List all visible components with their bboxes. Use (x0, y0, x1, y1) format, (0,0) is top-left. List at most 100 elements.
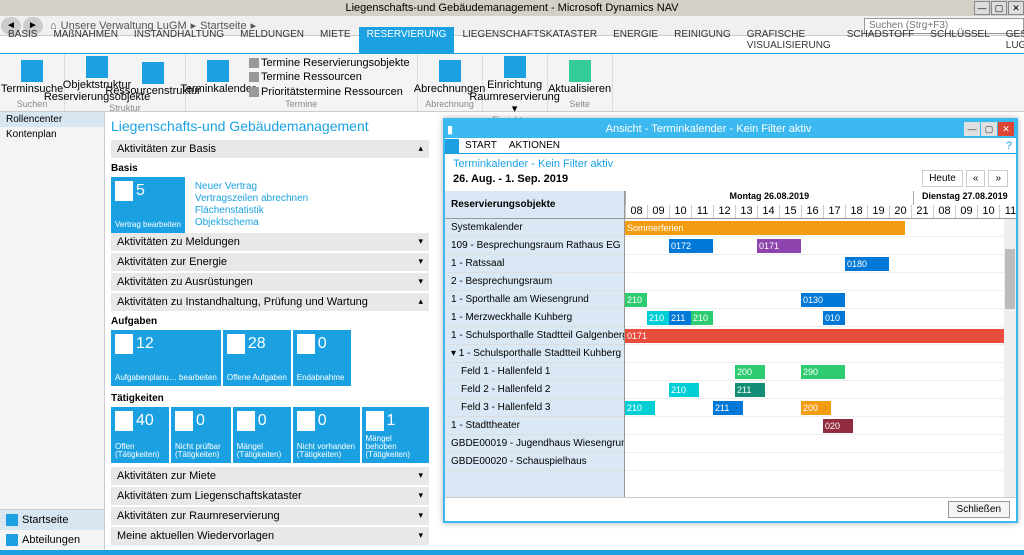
tile[interactable]: 0Nicht vorhanden (Tätigkeiten) (293, 407, 360, 463)
expander-instandhaltung[interactable]: Aktivitäten zu Instandhaltung, Prüfung u… (111, 293, 429, 311)
termine-reservierungsobjekte[interactable]: Termine Reservierungsobjekte (249, 56, 410, 70)
ribbon-tab-grafische visualisierung[interactable]: GRAFISCHE VISUALISIERUNG (739, 27, 839, 53)
gantt-bar[interactable]: 0130 (801, 293, 845, 307)
cal-maximize[interactable]: ▢ (981, 122, 997, 136)
restore-button[interactable]: ▢ (991, 1, 1007, 15)
gantt-lane[interactable]: 210211210 010 (625, 309, 1016, 327)
gantt-bar[interactable]: Sommerferien (625, 221, 905, 235)
nav-startseite[interactable]: Startseite (0, 510, 104, 530)
gantt-bar[interactable]: 020 (823, 419, 853, 433)
resource-row[interactable]: 1 - Sporthalle am Wiesengrund (445, 291, 624, 309)
gantt-lane[interactable] (625, 345, 1016, 363)
gantt-bar[interactable]: 211 (713, 401, 743, 415)
cal-file-tab[interactable] (445, 139, 459, 153)
resource-row[interactable]: Feld 2 - Hallenfeld 2 (445, 381, 624, 399)
ribbon-tab-reservierung[interactable]: RESERVIERUNG (359, 27, 455, 53)
ribbon-tab-schlüssel[interactable]: SCHLÜSSEL (922, 27, 997, 53)
next-button[interactable]: » (988, 170, 1008, 187)
gantt-lane[interactable]: 020 (625, 417, 1016, 435)
gantt-lane[interactable]: Sommerferien (625, 219, 1016, 237)
link-flaechenstatistik[interactable]: Flächenstatistik (195, 205, 308, 216)
resource-row[interactable]: 1 - Ratssaal (445, 255, 624, 273)
calendar-titlebar[interactable]: ▮ Ansicht - Terminkalender - Kein Filter… (445, 120, 1016, 138)
today-button[interactable]: Heute (922, 170, 963, 187)
expander-raumreservierung[interactable]: Aktivitäten zur Raumreservierung▾ (111, 507, 429, 525)
nav-kontenplan[interactable]: Kontenplan (0, 127, 104, 142)
tile[interactable]: 12Aufgabenplanu… bearbeiten (111, 330, 221, 386)
resource-row[interactable]: 2 - Besprechungsraum (445, 273, 624, 291)
ribbon-tab-reinigung[interactable]: REINIGUNG (666, 27, 739, 53)
minimize-button[interactable]: — (974, 1, 990, 15)
gantt-lane[interactable] (625, 453, 1016, 471)
resource-row[interactable]: GBDE00019 - Jugendhaus Wiesengrund (445, 435, 624, 453)
gantt-bar[interactable]: 210 (647, 311, 669, 325)
gantt-bar[interactable]: 200 (801, 401, 831, 415)
tile[interactable]: 40Offen (Tätigkeiten) (111, 407, 169, 463)
einrichtung-button[interactable]: Einrichtung Raumreservierung▾ (487, 56, 543, 115)
ribbon-tab-maßnahmen[interactable]: MAßNAHMEN (45, 27, 125, 53)
gantt-bar[interactable]: 010 (823, 311, 845, 325)
prioritaetstermine[interactable]: Prioritätstermine Ressourcen (249, 85, 410, 99)
resource-row[interactable]: GBDE00020 - Schauspielhaus (445, 453, 624, 471)
close-button[interactable]: ✕ (1008, 1, 1024, 15)
tile[interactable]: 28Offene Aufgaben (223, 330, 291, 386)
expander-wiedervorlagen[interactable]: Meine aktuellen Wiedervorlagen▾ (111, 527, 429, 545)
vertical-scrollbar[interactable] (1004, 219, 1016, 497)
ribbon-tab-gesamt lugm[interactable]: GESAMT LUGM (998, 27, 1024, 53)
ribbon-tab-schadstoff[interactable]: SCHADSTOFF (839, 27, 923, 53)
expander-liegenschaftskataster[interactable]: Aktivitäten zum Liegenschaftskataster▾ (111, 487, 429, 505)
tile[interactable]: 0Endabnahme (293, 330, 351, 386)
gantt-bar[interactable]: 211 (669, 311, 691, 325)
tile[interactable]: 0Mängel (Tätigkeiten) (233, 407, 291, 463)
gantt-lane[interactable]: 0171 (625, 327, 1016, 345)
cal-close[interactable]: ✕ (998, 122, 1014, 136)
ribbon-tab-liegenschaftskataster[interactable]: LIEGENSCHAFTSKATASTER (454, 27, 605, 53)
tile[interactable]: 0Nicht prüfbar (Tätigkeiten) (171, 407, 231, 463)
resource-row[interactable]: 1 - Merzweckhalle Kuhberg (445, 309, 624, 327)
aktualisieren-button[interactable]: Aktualisieren (552, 56, 608, 99)
resource-row[interactable]: Feld 3 - Hallenfeld 3 (445, 399, 624, 417)
gantt-bar[interactable]: 290 (801, 365, 845, 379)
cal-tab-start[interactable]: START (459, 139, 503, 152)
resource-row[interactable]: Systemkalender (445, 219, 624, 237)
ribbon-tab-miete[interactable]: MIETE (312, 27, 359, 53)
link-neuer-vertrag[interactable]: Neuer Vertrag (195, 181, 308, 192)
gantt-bar[interactable]: 210 (625, 401, 655, 415)
gantt-lane[interactable] (625, 273, 1016, 291)
termine-ressourcen[interactable]: Termine Ressourcen (249, 70, 410, 84)
tile-vertrag[interactable]: 5 Vertrag bearbeiten (111, 177, 185, 233)
gantt-bar[interactable]: 0172 (669, 239, 713, 253)
nav-abteilungen[interactable]: Abteilungen (0, 530, 104, 550)
nav-rollencenter[interactable]: Rollencenter (0, 112, 104, 127)
expander-meldungen[interactable]: Aktivitäten zu Meldungen▾ (111, 233, 429, 251)
link-vertragszeilen[interactable]: Vertragszeilen abrechnen (195, 193, 308, 204)
resource-row[interactable]: ▾ 1 - Schulsporthalle Stadtteil Kuhberg (445, 345, 624, 363)
gantt-lane[interactable] (625, 435, 1016, 453)
gantt-bar[interactable]: 200 (735, 365, 765, 379)
gantt-bar[interactable]: 210 (625, 293, 647, 307)
resource-row[interactable]: Feld 1 - Hallenfeld 1 (445, 363, 624, 381)
gantt-lane[interactable]: 210 211 200 (625, 399, 1016, 417)
cal-minimize[interactable]: — (964, 122, 980, 136)
ribbon-tab-instandhaltung[interactable]: INSTANDHALTUNG (126, 27, 232, 53)
close-dialog-button[interactable]: Schließen (948, 501, 1010, 518)
gantt-bar[interactable]: 211 (735, 383, 765, 397)
ressourcenstruktur-button[interactable]: Ressourcenstruktur (125, 56, 181, 103)
gantt-lane[interactable]: 210 0130 (625, 291, 1016, 309)
expander-ausruestungen[interactable]: Aktivitäten zu Ausrüstungen▾ (111, 273, 429, 291)
cal-tab-aktionen[interactable]: AKTIONEN (503, 139, 566, 152)
resource-row[interactable]: 109 - Besprechungsraum Rathaus EG (445, 237, 624, 255)
gantt-bar[interactable]: 210 (669, 383, 699, 397)
tile[interactable]: 1Mängel behoben (Tätigkeiten) (362, 407, 430, 463)
gantt-lane[interactable]: 0180 (625, 255, 1016, 273)
gantt-bar[interactable]: 210 (691, 311, 713, 325)
link-objektschema[interactable]: Objektschema (195, 217, 308, 228)
resource-row[interactable]: 1 - Stadttheater (445, 417, 624, 435)
gantt-lane[interactable]: 0172 0171 (625, 237, 1016, 255)
gantt-bar[interactable]: 0180 (845, 257, 889, 271)
gantt-bar[interactable]: 0171 (625, 329, 1016, 343)
ribbon-tab-energie[interactable]: ENERGIE (605, 27, 666, 53)
expander-miete[interactable]: Aktivitäten zur Miete▾ (111, 467, 429, 485)
gantt-bar[interactable]: 0171 (757, 239, 801, 253)
cal-help-icon[interactable]: ? (1006, 140, 1016, 152)
